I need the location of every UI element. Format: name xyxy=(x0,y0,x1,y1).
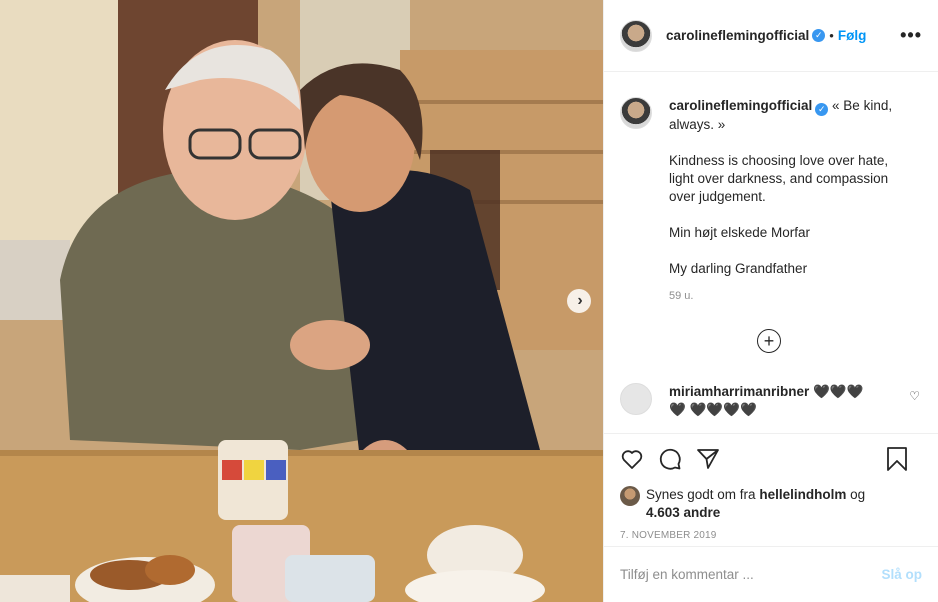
comment-item: miriamharrimanribner 🖤🖤🖤🖤 🖤🖤🖤🖤 ♡ xyxy=(620,383,922,419)
caption-avatar[interactable] xyxy=(620,97,652,129)
comment-text: miriamharrimanribner 🖤🖤🖤🖤 🖤🖤🖤🖤 xyxy=(669,383,879,419)
post-comment-button[interactable]: Slå op xyxy=(881,567,922,582)
caption-paragraph: Kindness is choosing love over hate, lig… xyxy=(669,152,889,204)
separator-dot: • xyxy=(829,28,834,43)
liker-avatar[interactable] xyxy=(620,486,640,506)
post-time-ago[interactable]: 59 u. xyxy=(669,290,922,302)
like-heart-icon[interactable] xyxy=(620,447,644,471)
action-icons xyxy=(620,444,922,474)
bookmark-icon[interactable] xyxy=(886,447,908,471)
more-horizontal-icon[interactable]: ••• xyxy=(900,26,922,44)
next-photo-button[interactable]: › xyxy=(567,289,591,313)
caption-line: « Be kind, xyxy=(832,98,893,113)
likes-text: Synes godt om fra hellelindholm og 4.603… xyxy=(646,486,865,522)
post-photo: › xyxy=(0,0,603,602)
commenter-avatar[interactable] xyxy=(620,383,652,415)
follow-button[interactable]: Følg xyxy=(838,28,867,43)
post-date[interactable]: 7. NOVEMBER 2019 xyxy=(620,530,922,541)
likes-connector: og xyxy=(850,487,866,502)
liker-username[interactable]: hellelindholm xyxy=(759,487,846,502)
author-avatar[interactable] xyxy=(620,19,652,52)
share-paper-plane-icon[interactable] xyxy=(696,447,720,471)
chevron-right-icon: › xyxy=(577,292,583,309)
likes-count[interactable]: 4.603 andre xyxy=(646,505,720,520)
post-sidebar: carolineflemingofficial ✓ • Følg ••• car… xyxy=(603,0,938,602)
comment-bubble-icon[interactable] xyxy=(658,447,682,471)
verified-badge-icon: ✓ xyxy=(812,29,826,42)
photo-illustration xyxy=(0,0,603,602)
caption-text: carolineflemingofficial ✓ « Be kind, alwa… xyxy=(669,97,909,278)
caption-area: carolineflemingofficial ✓ « Be kind, alwa… xyxy=(604,73,938,433)
caption: carolineflemingofficial ✓ « Be kind, alwa… xyxy=(620,97,922,278)
plus-circle-icon[interactable]: + xyxy=(757,329,781,353)
caption-line: always. » xyxy=(669,116,726,132)
add-comment-bar: Slå op xyxy=(604,546,938,602)
post-actions: Synes godt om fra hellelindholm og 4.603… xyxy=(604,433,938,541)
comment-like-heart-icon[interactable]: ♡ xyxy=(909,389,920,403)
post-header: carolineflemingofficial ✓ • Følg ••• xyxy=(604,0,938,72)
likes-summary: Synes godt om fra hellelindholm og 4.603… xyxy=(620,486,922,522)
commenter-username[interactable]: miriamharrimanribner xyxy=(669,384,809,399)
caption-paragraph: Min højt elskede Morfar xyxy=(669,224,811,240)
verified-badge-icon: ✓ xyxy=(815,102,829,116)
comment-input[interactable] xyxy=(620,567,882,582)
caption-username[interactable]: carolineflemingofficial xyxy=(669,98,812,113)
likes-prefix: Synes godt om fra xyxy=(646,487,756,502)
caption-paragraph: My darling Grandfather xyxy=(669,260,808,276)
author-username[interactable]: carolineflemingofficial xyxy=(666,28,809,43)
